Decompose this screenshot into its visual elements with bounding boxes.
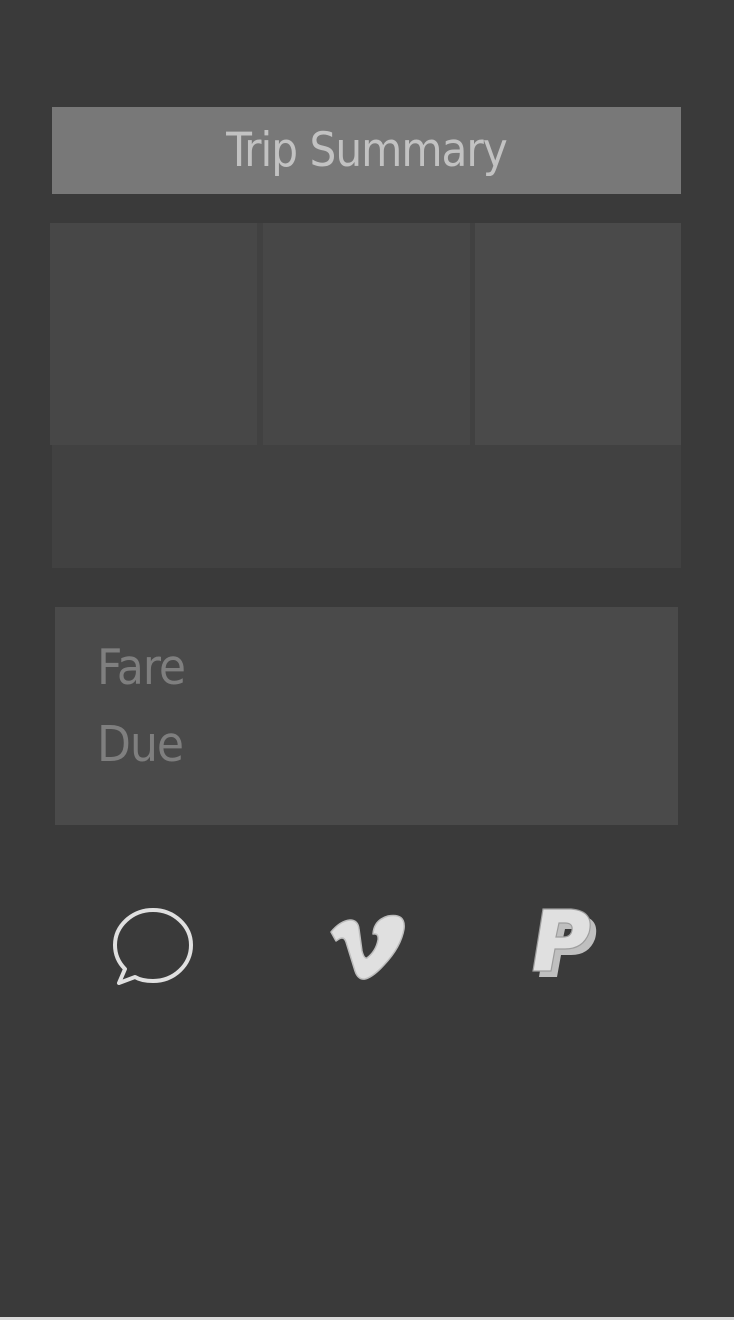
message-bubble-icon [113,908,193,985]
fare-label: Fare [97,639,186,696]
paypal-icon [532,908,597,977]
message-button[interactable] [113,905,193,985]
trip-detail-tile-3 [475,223,681,445]
vimeo-button[interactable] [328,905,408,985]
due-label: Due [97,716,184,773]
trip-summary-header: Trip Summary [52,107,681,194]
trip-detail-tile-2 [263,223,470,445]
vimeo-icon [330,914,405,980]
page-title: Trip Summary [226,123,508,178]
paypal-button[interactable] [525,905,605,985]
trip-detail-tile-1 [50,223,257,445]
